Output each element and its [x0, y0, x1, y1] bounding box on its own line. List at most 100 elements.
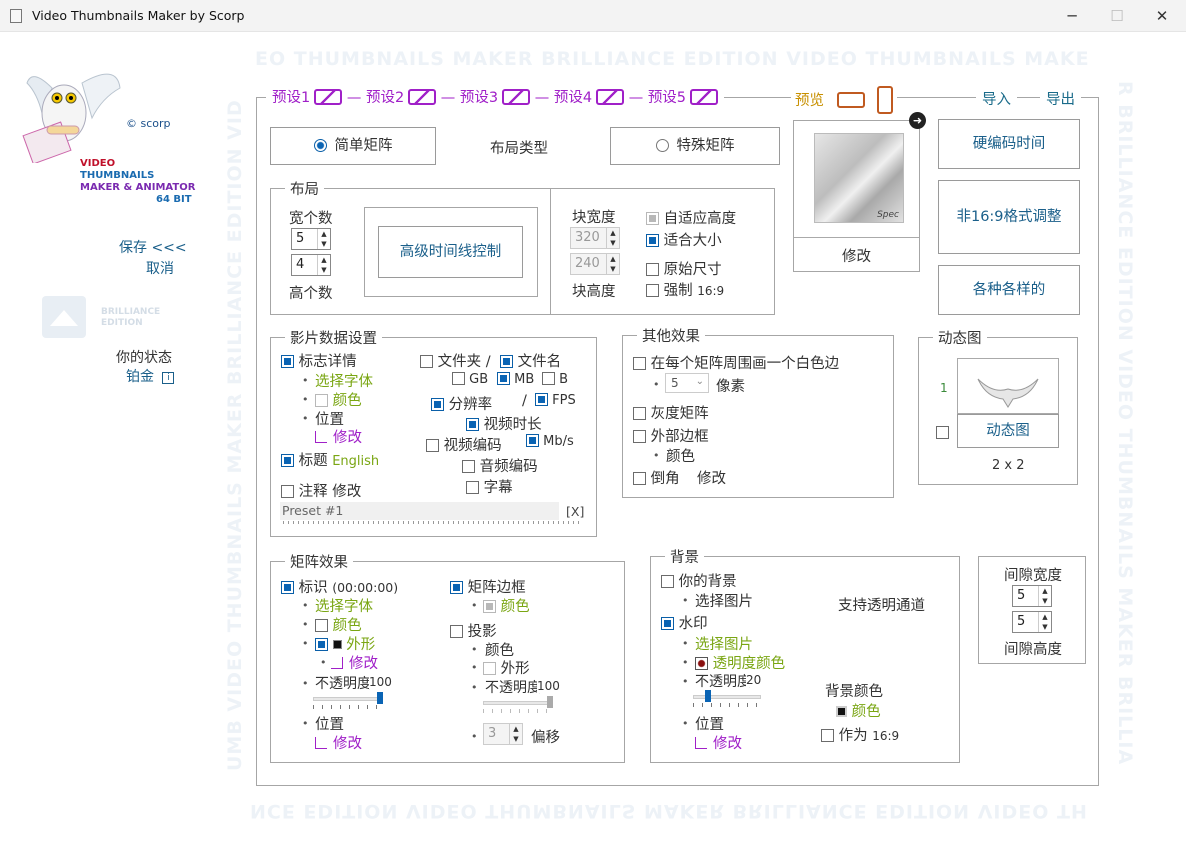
title-checkbox[interactable]: 标题 English [281, 449, 379, 470]
brilliance-badge [42, 296, 86, 338]
animated-button[interactable]: 动态图 [957, 414, 1059, 448]
background-legend: 背景 [665, 546, 704, 567]
fps-checkbox[interactable]: FPS [535, 393, 576, 408]
gap-height-spinner[interactable]: 5 ▲ ▼ [1012, 611, 1052, 633]
export-link[interactable]: 导出 [1040, 88, 1081, 109]
gb-checkbox[interactable]: GB [452, 372, 488, 387]
outer-border-color[interactable]: 颜色 [666, 445, 695, 466]
b-checkbox[interactable]: B [542, 372, 568, 387]
preset-close-button[interactable]: [X] [566, 504, 584, 519]
matrix-choose-font[interactable]: 选择字体 [315, 595, 373, 616]
close-button[interactable]: ✕ [1142, 4, 1182, 28]
save-link[interactable]: 保存 <<< [119, 237, 187, 257]
preset-5[interactable]: 预设5 [648, 89, 719, 106]
duration-checkbox[interactable]: 视频时长 [466, 413, 542, 434]
matrix-shape-modify[interactable]: 修改 [331, 652, 378, 673]
acodec-checkbox[interactable]: 音频编码 [462, 455, 538, 476]
filename-checkbox[interactable]: 文件名 [500, 350, 561, 371]
outer-border-checkbox[interactable]: 外部边框 [633, 425, 709, 446]
wm-choose-img[interactable]: 选择图片 [695, 633, 753, 654]
preset-2[interactable]: 预设2 [366, 89, 437, 106]
vcodec-checkbox[interactable]: 视频编码 [426, 434, 502, 455]
simple-matrix-radio[interactable]: 简单矩阵 [270, 127, 436, 165]
mark-checkbox[interactable]: 标识 (00:00:00) [281, 576, 398, 597]
preview-landscape-icon[interactable] [836, 92, 865, 108]
block-width-spinner[interactable]: 320 ▲ ▼ [570, 227, 620, 249]
wm-opacity-slider[interactable] [693, 689, 761, 709]
matrix-color[interactable]: 颜色 [315, 614, 362, 635]
edit-icon [315, 431, 327, 443]
gap-width-spinner[interactable]: 5 ▲ ▼ [1012, 585, 1052, 607]
matrix-position-modify[interactable]: 修改 [315, 732, 362, 753]
movie-choose-font[interactable]: 选择字体 [315, 370, 373, 391]
resolution-separator: / [522, 393, 527, 409]
offset-spinner[interactable]: 3 ▲ ▼ [483, 723, 523, 745]
shadow-opacity-slider[interactable] [483, 695, 553, 715]
preview-image[interactable]: Spec [814, 133, 904, 223]
force169-checkbox[interactable]: 强制 16:9 [646, 279, 724, 300]
rounded-modify[interactable]: 修改 [697, 467, 726, 488]
block-height-spinner[interactable]: 240 ▲ ▼ [570, 253, 620, 275]
preset-4-icon [596, 89, 625, 105]
preset-3[interactable]: 预设3 [460, 89, 531, 106]
folder-checkbox[interactable]: 文件夹 / [420, 350, 491, 371]
subtitle-checkbox[interactable]: 字幕 [466, 476, 513, 497]
minimize-button[interactable]: ─ [1052, 4, 1092, 28]
shadow-checkbox[interactable]: 投影 [450, 620, 497, 641]
arrow-right-icon[interactable]: ➜ [909, 112, 926, 129]
preview-link[interactable]: 预览 [795, 93, 824, 109]
preview-portrait-icon[interactable] [877, 86, 894, 114]
shadow-shape[interactable]: 外形 [483, 657, 530, 678]
bg-color-swatch[interactable]: 颜色 [836, 700, 881, 721]
gray-checkbox[interactable]: 灰度矩阵 [633, 402, 709, 423]
wm-opacity-color[interactable]: 透明度颜色 [695, 652, 785, 673]
resolution-checkbox[interactable]: 分辨率 [431, 393, 492, 414]
movie-position-modify[interactable]: 修改 [315, 426, 362, 447]
watermark-right: R BRILLIANCE EDITION VIDEO THUMBNAILS MA… [1114, 81, 1136, 766]
px-label: 像素 [716, 379, 745, 395]
note-checkbox[interactable]: 注释 修改 [281, 480, 361, 501]
various-button[interactable]: 各种各样的 [938, 265, 1080, 315]
matrix-position: 位置 [315, 717, 344, 733]
matrix-opacity-slider[interactable] [313, 691, 383, 711]
animated-checkbox[interactable] [936, 425, 949, 441]
mbs-checkbox[interactable]: Mb/s [526, 434, 574, 449]
watermark-checkbox[interactable]: 水印 [661, 612, 708, 633]
hardcode-time-button[interactable]: 硬编码时间 [938, 119, 1080, 169]
bg-choose-img[interactable]: 选择图片 [695, 590, 753, 611]
bg-position-modify[interactable]: 修改 [695, 732, 742, 753]
non169-button[interactable]: 非16:9格式调整 [938, 180, 1080, 254]
import-link[interactable]: 导入 [976, 88, 1017, 109]
px-select[interactable]: 5 ⌄ [665, 373, 709, 393]
as169-checkbox[interactable]: 作为 16:9 [821, 724, 899, 745]
other-legend: 其他效果 [637, 325, 705, 346]
logo-detail-checkbox[interactable]: 标志详情 [281, 350, 357, 371]
movie-color[interactable]: 颜色 [315, 389, 362, 410]
rows-spinner[interactable]: 4 ▲ ▼ [291, 254, 331, 276]
status-value: 铂金 i [126, 366, 175, 386]
matrix-opacity-value: 100 [369, 675, 392, 689]
matrix-border-checkbox[interactable]: 矩阵边框 [450, 576, 526, 597]
matrix-border-color[interactable]: 颜色 [483, 595, 530, 616]
special-matrix-radio[interactable]: 特殊矩阵 [610, 127, 780, 165]
rounded-checkbox[interactable]: 倒角 [633, 467, 680, 488]
preset-name-field[interactable]: Preset #1 [280, 502, 559, 520]
cancel-link[interactable]: 取消 [146, 258, 174, 278]
info-icon[interactable]: i [162, 372, 175, 384]
owl-logo [22, 58, 122, 165]
matrix-shape[interactable]: 外形 [315, 633, 375, 654]
preset-4[interactable]: 预设4 [554, 89, 625, 106]
preview-modify[interactable]: 修改 [842, 245, 871, 266]
preset-1[interactable]: 预设1 [272, 89, 343, 106]
your-bg-checkbox[interactable]: 你的背景 [661, 570, 737, 591]
animated-preview[interactable] [957, 358, 1059, 414]
fit-size-checkbox[interactable]: 适合大小 [646, 229, 722, 250]
white-border-checkbox[interactable]: 在每个矩阵周围画一个白色边 [633, 352, 839, 373]
mb-checkbox[interactable]: MB [497, 372, 534, 387]
edit-icon [695, 737, 707, 749]
timeline-button[interactable]: 高级时间线控制 [378, 226, 523, 278]
original-size-checkbox[interactable]: 原始尺寸 [646, 258, 722, 279]
maximize-button[interactable]: ☐ [1097, 4, 1137, 28]
auto-height-checkbox[interactable]: 自适应高度 [646, 207, 736, 228]
cols-spinner[interactable]: 5 ▲ ▼ [291, 228, 331, 250]
